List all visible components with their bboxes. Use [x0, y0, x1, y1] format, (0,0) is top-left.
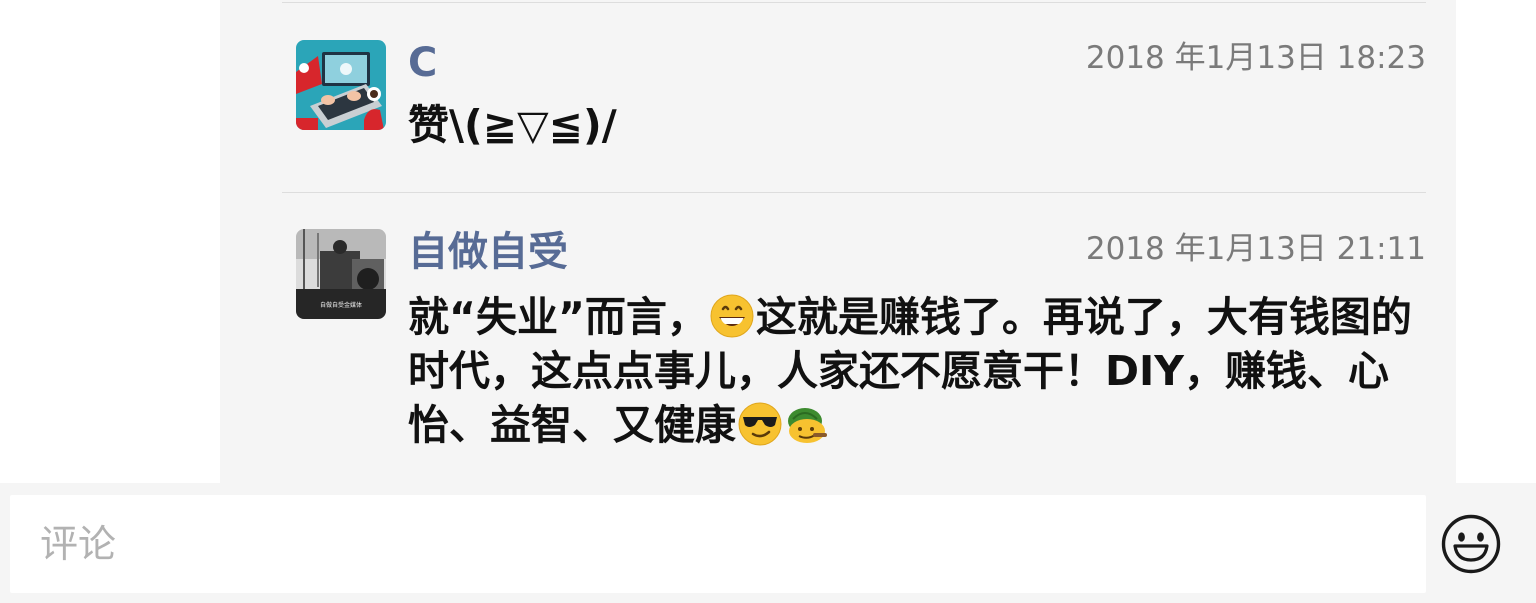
comment-time: 2018 年1月13日 18:23 [1085, 40, 1426, 76]
comment-input[interactable] [10, 495, 1426, 593]
comment-bar [0, 483, 1536, 603]
comment-text: 就“失业”而言， 这就是赚钱了。再说了，大有钱图的时代，这点点事儿，人家还不愿意… [408, 290, 1430, 452]
comment-author[interactable]: C [408, 40, 437, 86]
avatar[interactable]: 自做自受金媒体 [296, 229, 386, 319]
smiley-icon[interactable] [1440, 513, 1502, 575]
avatar[interactable] [296, 40, 386, 130]
smiling-face-with-sunglasses-emoji [738, 402, 782, 446]
comment-time: 2018 年1月13日 21:11 [1085, 231, 1426, 267]
comment-item: C 2018 年1月13日 18:23 赞\(≧▽≦)/ [296, 40, 1428, 160]
comment-divider [282, 192, 1426, 193]
comment-text: 赞\(≧▽≦)/ [408, 101, 617, 149]
comment-text-part: 就“失业”而言， [408, 293, 708, 341]
turtle-emoji [788, 408, 827, 443]
avatar-caption: 自做自受金媒体 [320, 301, 362, 309]
comment-author[interactable]: 自做自受 [408, 229, 568, 275]
comment-item: 自做自受金媒体 自做自受 2018 年1月13日 21:11 就“失业”而言， … [296, 229, 1428, 459]
top-divider [282, 2, 1426, 3]
grinning-face-emoji [710, 294, 754, 338]
